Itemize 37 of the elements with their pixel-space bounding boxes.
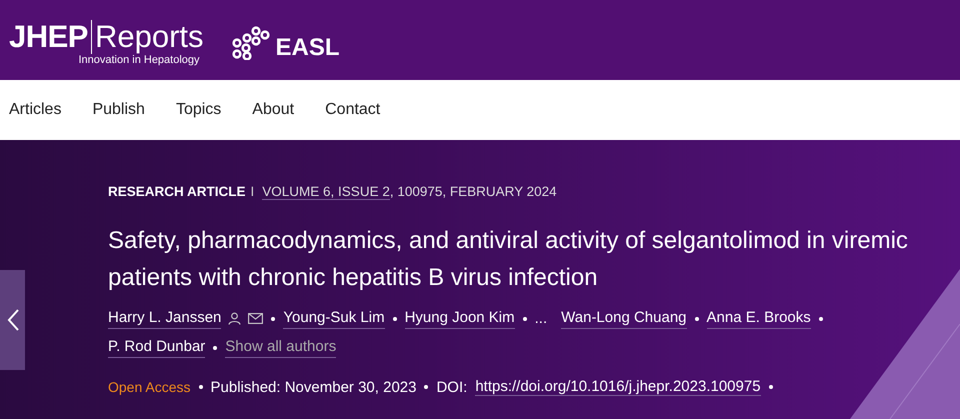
bullet <box>818 316 823 320</box>
bullet <box>424 385 428 389</box>
nav-link[interactable]: Articles <box>9 101 62 119</box>
author-link[interactable]: Hyung Joon Kim <box>404 308 515 329</box>
partner-logo[interactable]: EASL <box>230 26 340 60</box>
bullet <box>768 385 773 389</box>
article-title: Safety, pharmacodynamics, and antiviral activity of selgantolimod in viremic patients with chronic hepatitis B virus infection <box>108 226 909 293</box>
doi-link[interactable]: https://doi.org/10.1016/j.jhepr.2023.100975 <box>475 378 761 396</box>
doi-label: DOI: <box>436 378 468 396</box>
nav-link[interactable]: Topics <box>176 101 222 119</box>
article-type: RESEARCH ARTICLE <box>108 184 246 199</box>
nav-link[interactable]: Publish <box>92 101 145 119</box>
published-date: Published: November 30, 2023 <box>210 378 416 396</box>
bullet <box>522 316 527 320</box>
person-icon[interactable] <box>228 312 242 325</box>
separator: I <box>250 184 254 199</box>
bullet <box>271 316 276 320</box>
nav-link[interactable]: Contact <box>325 101 380 119</box>
open-access-label: Open Access <box>108 379 190 395</box>
bullet <box>694 316 699 320</box>
author-link[interactable]: Anna E. Brooks <box>706 308 811 329</box>
mail-icon[interactable] <box>248 313 264 324</box>
author-link[interactable]: Harry L. Janssen <box>108 308 222 329</box>
show-all-authors-link[interactable]: Show all authors <box>225 337 336 358</box>
issue-details: , 100975, FEBRUARY 2024 <box>390 184 557 199</box>
author-link[interactable]: Wan-Long Chuang <box>561 308 687 329</box>
volume-link[interactable]: VOLUME 6, ISSUE 2 <box>262 184 390 200</box>
previous-button[interactable] <box>0 270 25 370</box>
chevron-left-icon <box>6 308 18 332</box>
author-link[interactable]: P. Rod Dunbar <box>108 337 206 358</box>
bullet <box>213 346 218 350</box>
nav-link[interactable]: About <box>252 101 294 119</box>
author-link[interactable]: Young-Suk Lim <box>283 308 385 329</box>
ellipsis: ... <box>534 310 548 327</box>
journal-logo[interactable]: JHEP Reports Innovation in Hepatology <box>9 18 204 66</box>
bullet <box>198 385 202 389</box>
bullet <box>392 316 397 320</box>
